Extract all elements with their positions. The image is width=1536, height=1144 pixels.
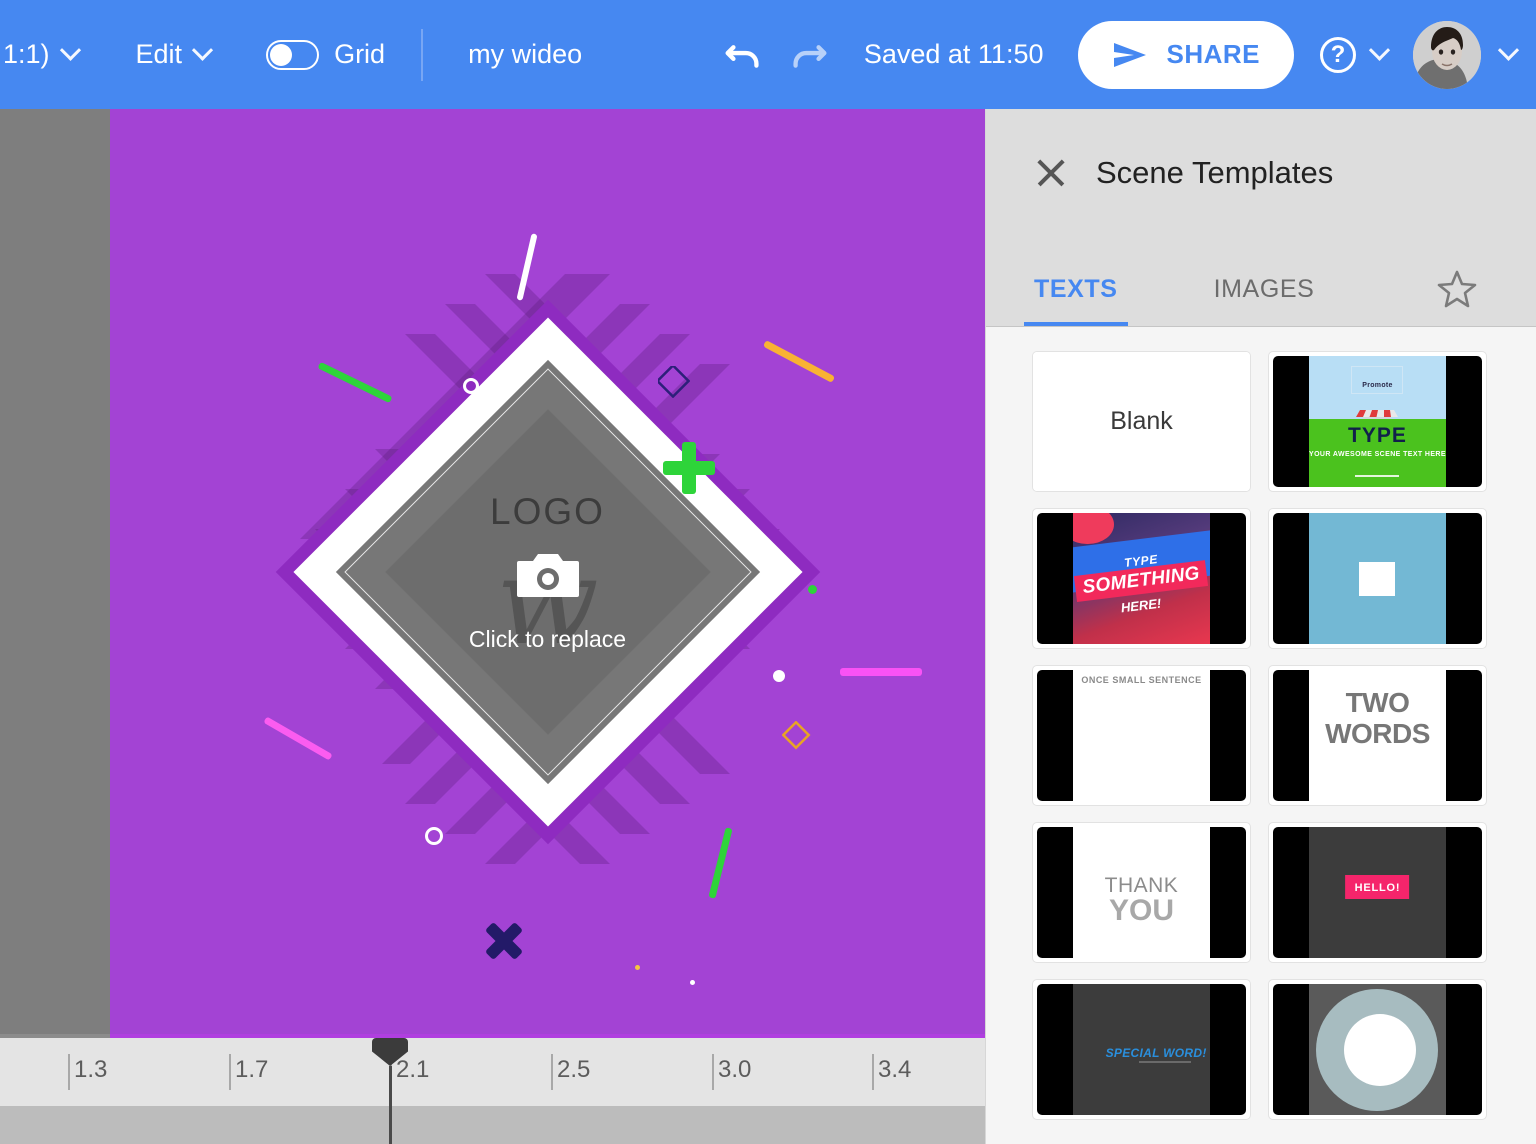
playhead-stem	[389, 1066, 392, 1144]
template-hello-label: HELLO!	[1354, 882, 1401, 895]
send-icon	[1114, 42, 1147, 67]
redo-button[interactable]	[766, 32, 832, 78]
template-hello[interactable]: HELLO!	[1268, 822, 1487, 963]
template-special-label: SPECIAL WORD!	[1105, 1045, 1207, 1060]
panel-tabs: TEXTS IMAGES	[986, 237, 1536, 327]
tab-images-label: IMAGES	[1213, 275, 1315, 303]
ruler-tick	[551, 1054, 553, 1090]
chevron-down-icon[interactable]	[1368, 39, 1391, 61]
help-icon[interactable]: ?	[1320, 36, 1356, 73]
toolbar-left-group: 1:1) Edit Grid my wideo	[0, 0, 582, 109]
navy-square-decoration	[658, 366, 690, 398]
template-promote-shop[interactable]: Promote TYPE YOUR AWESOME SCENE TEXT HER…	[1268, 351, 1487, 492]
template-promote-subtitle: YOUR AWESOME SCENE TEXT HERE	[1309, 451, 1446, 459]
ruler-tick	[712, 1054, 714, 1090]
undo-icon	[725, 44, 759, 68]
template-two-words[interactable]: TWO WORDS	[1268, 665, 1487, 806]
white-ring-bottom-decoration	[425, 827, 443, 845]
template-type-something-here[interactable]: TYPE SOMETHING HERE!	[1032, 508, 1251, 649]
template-white-square-blue[interactable]	[1268, 508, 1487, 649]
template-circle-reveal[interactable]	[1268, 979, 1487, 1120]
wideo-editor-app: 1:1) Edit Grid my wideo Saved at 11:50 S…	[0, 0, 1536, 1144]
ruler-tick	[68, 1054, 70, 1090]
tab-images[interactable]: IMAGES	[1214, 275, 1315, 326]
project-title[interactable]: my wideo	[468, 39, 582, 70]
orange-square-decoration	[782, 721, 811, 750]
toolbar-divider	[421, 28, 424, 81]
navy-cross-decoration	[483, 920, 525, 962]
share-button[interactable]: SHARE	[1078, 20, 1294, 89]
chevron-down-icon[interactable]	[1497, 39, 1520, 61]
chevron-down-icon	[191, 39, 214, 61]
template-blank-label: Blank	[1110, 407, 1173, 435]
green-dot-decoration	[808, 585, 817, 594]
green-cross-decoration	[663, 442, 715, 494]
aspect-ratio-label: 1:1)	[3, 39, 50, 69]
share-button-label: SHARE	[1166, 39, 1260, 69]
tab-texts[interactable]: TEXTS	[1024, 275, 1128, 326]
template-two-line2: WORDS	[1325, 718, 1430, 750]
saved-status: Saved at 11:50	[863, 39, 1044, 69]
grid-toggle-group[interactable]: Grid	[266, 39, 385, 70]
redo-icon	[793, 44, 827, 68]
small-white-dot-decoration	[690, 980, 695, 985]
ruler-tick-label: 3.4	[878, 1056, 912, 1083]
toggle-knob	[270, 43, 293, 66]
avatar[interactable]	[1413, 20, 1481, 89]
video-canvas[interactable]: w LOGO Click to replace	[110, 109, 985, 1034]
grid-toggle-label: Grid	[334, 39, 386, 69]
edit-menu-label: Edit	[135, 39, 183, 69]
template-two-line1: TWO	[1345, 687, 1410, 719]
white-ring-decoration	[463, 378, 479, 394]
ruler-tick	[229, 1054, 231, 1090]
timeline-track-area[interactable]	[0, 1106, 985, 1144]
template-blank[interactable]: Blank	[1032, 351, 1251, 492]
scene-templates-panel: Scene Templates TEXTS IMAGES Blank Promo…	[985, 109, 1536, 1144]
magenta-line-decoration	[840, 668, 922, 676]
ruler-tick-label: 1.7	[235, 1056, 269, 1083]
panel-title: Scene Templates	[1096, 155, 1334, 190]
timeline-playhead[interactable]	[372, 1038, 408, 1144]
user-avatar-image	[1413, 20, 1481, 89]
top-toolbar: 1:1) Edit Grid my wideo Saved at 11:50 S…	[0, 0, 1536, 109]
template-once-label: ONCE SMALL SENTENCE	[1081, 675, 1202, 686]
panel-header: Scene Templates	[986, 109, 1536, 237]
white-dot-left-decoration	[366, 501, 377, 512]
ruler-tick-label: 2.5	[557, 1056, 591, 1083]
chevron-down-icon	[59, 39, 81, 61]
template-promote-title: TYPE	[1348, 424, 1407, 448]
timeline-ruler[interactable]: 1.3 1.7 2.1 2.5 3.0 3.4	[0, 1038, 985, 1106]
template-thank-you[interactable]: THANK YOU	[1032, 822, 1251, 963]
ruler-tick	[872, 1054, 874, 1090]
toolbar-right-group: Saved at 11:50 SHARE ?	[720, 0, 1536, 109]
yellow-dot-decoration	[635, 965, 640, 970]
timeline[interactable]: 1.3 1.7 2.1 2.5 3.0 3.4	[0, 1034, 985, 1144]
tab-texts-label: TEXTS	[1034, 275, 1118, 303]
template-promote-badge: Promote	[1362, 382, 1393, 390]
grid-toggle-switch[interactable]	[266, 39, 320, 70]
aspect-ratio-dropdown[interactable]: 1:1)	[0, 39, 88, 70]
star-icon[interactable]	[1436, 268, 1478, 310]
template-thank-line2: YOU	[1108, 894, 1174, 928]
ruler-tick-label: 3.0	[718, 1056, 752, 1083]
ruler-tick-label: 1.3	[74, 1056, 108, 1083]
white-dot-right-decoration	[773, 670, 785, 682]
template-once-small-sentence[interactable]: ONCE SMALL SENTENCE	[1032, 665, 1251, 806]
close-icon[interactable]	[1034, 156, 1068, 190]
undo-button[interactable]	[720, 32, 766, 78]
template-grid: Blank Promote TYPE YOUR AWESOME SCENE TE…	[986, 327, 1536, 1120]
canvas-workarea: w LOGO Click to replace	[0, 109, 985, 1034]
edit-menu-button[interactable]: Edit	[135, 39, 214, 70]
template-special-word[interactable]: SPECIAL WORD!	[1032, 979, 1251, 1120]
